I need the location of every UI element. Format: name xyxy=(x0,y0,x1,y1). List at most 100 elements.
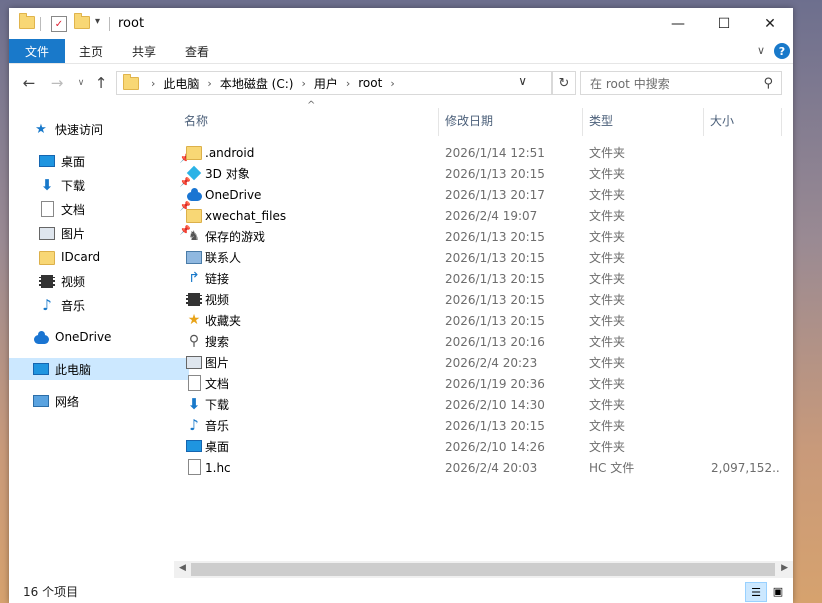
up-button[interactable]: ↑ xyxy=(91,73,111,93)
navigation-pane: ★ 快速访问 桌面📌⬇下载📌文档📌图片📌IDcard视频♪音乐 OneDrive… xyxy=(9,104,191,572)
file-row[interactable]: ⬇ 下载 2026/2/10 14:30 文件夹 xyxy=(174,394,793,415)
nav-network[interactable]: 网络 xyxy=(9,390,189,412)
ribbon-tabs: 文件 主页 共享 查看 ∨ ? xyxy=(9,39,793,64)
file-row[interactable]: 1.hc 2026/2/4 20:03 HC 文件 2,097,152... xyxy=(174,457,793,478)
file-date: 2026/1/13 20:15 xyxy=(445,166,545,181)
chevron-right-icon[interactable]: › xyxy=(390,77,394,90)
nav-quick-item[interactable]: ⬇ 下载 📌 xyxy=(9,174,195,196)
file-row[interactable]: ♞ 保存的游戏 2026/1/13 20:15 文件夹 xyxy=(174,226,793,247)
address-bar[interactable]: › 此电脑 › 本地磁盘 (C:) › 用户 › root › ∨ xyxy=(116,71,552,95)
file-row[interactable]: xwechat_files 2026/2/4 19:07 文件夹 xyxy=(174,205,793,226)
file-type: 文件夹 xyxy=(589,356,626,370)
nav-quick-item[interactable]: 桌面📌 xyxy=(9,150,195,172)
horizontal-scrollbar[interactable]: ◀ ▶ xyxy=(174,561,793,578)
chevron-right-icon[interactable]: › xyxy=(207,77,211,90)
forward-button[interactable]: → xyxy=(47,73,67,93)
chevron-right-icon[interactable]: › xyxy=(346,77,350,90)
chevron-right-icon[interactable]: › xyxy=(301,77,305,90)
file-type: HC 文件 xyxy=(589,461,635,475)
search-input[interactable]: 在 root 中搜索 ⚲ xyxy=(580,71,782,95)
file-row[interactable]: ⚲ 搜索 2026/1/13 20:16 文件夹 xyxy=(174,331,793,352)
breadcrumb-this-pc[interactable]: 此电脑 xyxy=(163,75,199,92)
minimize-button[interactable]: — xyxy=(655,8,701,39)
item-count: 16 个项目 xyxy=(23,585,79,599)
file-row[interactable]: 视频 2026/1/13 20:15 文件夹 xyxy=(174,289,793,310)
file-row[interactable]: .android 2026/1/14 12:51 文件夹 xyxy=(174,142,793,163)
file-date: 2026/1/13 20:15 xyxy=(445,418,545,433)
file-row[interactable]: ★ 收藏夹 2026/1/13 20:15 文件夹 xyxy=(174,310,793,331)
column-divider[interactable] xyxy=(438,108,439,136)
refresh-button[interactable]: ↻ xyxy=(552,71,576,95)
address-history-dropdown[interactable]: ∨ xyxy=(518,74,527,88)
nav-onedrive[interactable]: OneDrive xyxy=(9,326,189,348)
nav-quick-access[interactable]: ★ 快速访问 xyxy=(9,118,189,140)
column-divider[interactable] xyxy=(781,108,782,136)
file-row[interactable]: ♪ 音乐 2026/1/13 20:15 文件夹 xyxy=(174,415,793,436)
nav-quick-item[interactable]: 文档 📌 xyxy=(9,198,195,220)
tab-view[interactable]: 查看 xyxy=(185,39,209,63)
scrollbar-thumb[interactable] xyxy=(191,563,775,576)
nav-this-pc[interactable]: 此电脑 xyxy=(9,358,189,380)
breadcrumb-users[interactable]: 用户 xyxy=(314,75,338,92)
file-row[interactable]: 文档 2026/1/19 20:36 文件夹 xyxy=(174,373,793,394)
file-type: 文件夹 xyxy=(589,146,626,160)
expand-ribbon-icon[interactable]: ∨ xyxy=(757,44,765,57)
nav-quick-item[interactable]: ♪ 音乐 xyxy=(9,294,195,316)
onedrive-icon xyxy=(33,329,49,345)
file-list: ^ 名称 修改日期 类型 大小 .android 2026/1/14 12:51 文… xyxy=(174,100,793,572)
tab-share[interactable]: 共享 xyxy=(132,39,156,63)
column-divider[interactable] xyxy=(703,108,704,136)
nav-quick-item[interactable]: 视频 xyxy=(9,270,195,292)
folder-icon xyxy=(39,249,55,265)
nav-quick-item[interactable]: IDcard xyxy=(9,246,195,268)
scroll-right-icon[interactable]: ▶ xyxy=(781,563,788,573)
file-row[interactable]: 桌面 2026/2/10 14:26 文件夹 xyxy=(174,436,793,457)
help-button[interactable]: ? xyxy=(774,43,790,59)
folder-icon xyxy=(19,13,35,32)
nav-label: OneDrive xyxy=(55,330,112,344)
file-date: 2026/1/13 20:15 xyxy=(445,313,545,328)
file-date: 2026/1/14 12:51 xyxy=(445,145,545,160)
file-date: 2026/1/13 20:15 xyxy=(445,271,545,286)
file-name: 3D 对象 xyxy=(205,167,250,181)
column-header-name[interactable]: 名称 xyxy=(184,104,438,136)
column-header-size[interactable]: 大小 xyxy=(710,104,780,136)
file-name: OneDrive xyxy=(205,187,262,202)
file-row[interactable]: ↱ 链接 2026/1/13 20:15 文件夹 xyxy=(174,268,793,289)
file-type: 文件夹 xyxy=(589,272,626,286)
recent-locations-button[interactable]: ∨ xyxy=(71,73,91,93)
new-folder-icon[interactable] xyxy=(74,13,90,32)
file-date: 2026/2/4 20:23 xyxy=(445,355,538,370)
file-name: 桌面 xyxy=(205,440,230,454)
large-icons-view-button[interactable]: ▣ xyxy=(768,582,788,600)
customize-quick-access-icon[interactable]: ▾ xyxy=(95,16,100,32)
file-row[interactable]: 3D 对象 2026/1/13 20:15 文件夹 xyxy=(174,163,793,184)
file-row[interactable]: OneDrive 2026/1/13 20:17 文件夹 xyxy=(174,184,793,205)
file-name: xwechat_files xyxy=(205,208,287,223)
navigation-bar: ← → ∨ ↑ › 此电脑 › 本地磁盘 (C:) › 用户 › root › … xyxy=(9,64,793,102)
column-divider[interactable] xyxy=(582,108,583,136)
file-row[interactable]: 图片 2026/2/4 20:23 文件夹 xyxy=(174,352,793,373)
chevron-right-icon: › xyxy=(151,76,156,90)
column-header-type[interactable]: 类型 xyxy=(589,104,701,136)
star-icon: ★ xyxy=(35,121,47,137)
details-view-button[interactable]: ☰ xyxy=(745,582,767,602)
desktop-icon xyxy=(39,153,55,169)
close-button[interactable]: ✕ xyxy=(747,8,793,39)
nav-quick-item[interactable]: 图片 📌 xyxy=(9,222,195,244)
column-header-date[interactable]: 修改日期 xyxy=(445,104,581,136)
maximize-button[interactable]: ☐ xyxy=(701,8,747,39)
file-row[interactable]: 联系人 2026/1/13 20:15 文件夹 xyxy=(174,247,793,268)
breadcrumb-drive-c[interactable]: 本地磁盘 (C:) xyxy=(220,75,294,92)
scroll-left-icon[interactable]: ◀ xyxy=(179,563,186,573)
window-title: root xyxy=(118,16,145,31)
tab-file[interactable]: 文件 xyxy=(9,39,65,63)
back-button[interactable]: ← xyxy=(19,73,39,93)
properties-icon[interactable]: ✓ xyxy=(51,16,67,32)
music-icon: ♪ xyxy=(42,295,52,314)
breadcrumb-root[interactable]: root xyxy=(358,76,382,90)
tab-home[interactable]: 主页 xyxy=(79,39,103,63)
file-type: 文件夹 xyxy=(589,440,626,454)
onedrive-icon xyxy=(186,186,202,202)
download-icon: ⬇ xyxy=(40,175,54,194)
